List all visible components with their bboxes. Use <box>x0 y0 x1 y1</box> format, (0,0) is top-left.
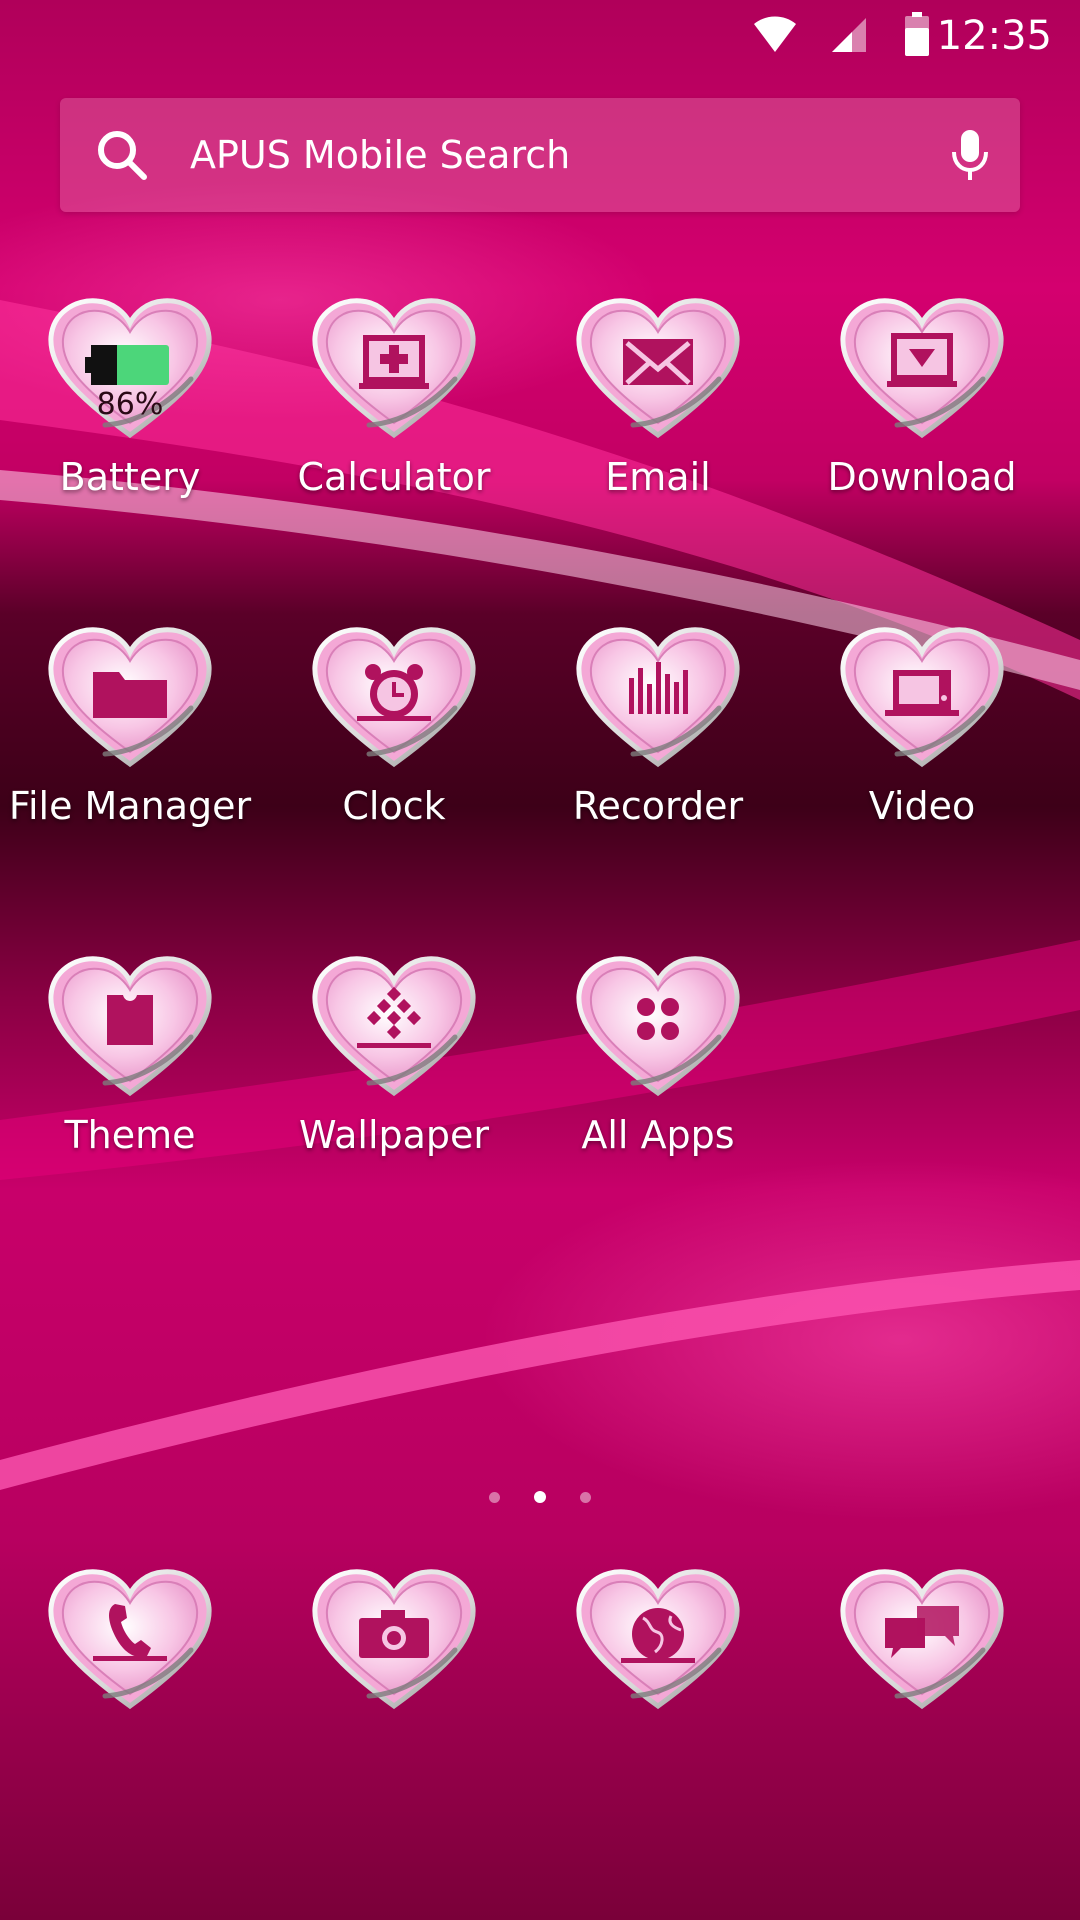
chat-bubbles-icon <box>877 1596 967 1666</box>
app-file-manager[interactable]: File Manager <box>0 624 262 874</box>
calculator-icon <box>349 325 439 395</box>
app-label: Download <box>827 455 1017 499</box>
clock-time: 12:35 <box>936 13 1052 59</box>
app-clock[interactable]: Clock <box>262 624 526 874</box>
battery-icon <box>905 12 929 56</box>
app-video[interactable]: Video <box>790 624 1054 874</box>
app-label: Wallpaper <box>298 1113 490 1157</box>
app-label: Clock <box>342 784 446 828</box>
search-icon[interactable] <box>96 129 148 181</box>
cell-signal-icon <box>832 18 866 52</box>
camera-icon <box>349 1596 439 1666</box>
app-battery[interactable]: 86% Battery <box>0 295 262 545</box>
app-label: Battery <box>59 455 201 499</box>
dock-chat-bubbles-button[interactable] <box>790 1566 1054 1736</box>
dock-camera-button[interactable] <box>262 1566 526 1736</box>
dock-globe-button[interactable] <box>526 1566 790 1736</box>
globe-icon <box>613 1596 703 1666</box>
app-label: Recorder <box>572 784 744 828</box>
battery-percentage: 86% <box>96 387 164 422</box>
envelope-icon <box>613 325 703 395</box>
app-label: File Manager <box>8 784 252 828</box>
app-wallpaper[interactable]: Wallpaper <box>262 953 526 1203</box>
app-theme[interactable]: Theme <box>0 953 262 1203</box>
wifi-icon <box>754 16 796 52</box>
search-bar[interactable]: APUS Mobile Search <box>60 98 1020 212</box>
folder-icon <box>85 654 175 724</box>
sound-wave-icon <box>613 654 703 724</box>
app-download[interactable]: Download <box>790 295 1054 545</box>
apps-grid-icon <box>613 983 703 1053</box>
shirt-icon <box>85 983 175 1053</box>
page-dot-active[interactable] <box>534 1491 546 1503</box>
alarm-clock-icon <box>349 654 439 724</box>
app-label: All Apps <box>581 1113 735 1157</box>
battery-app-icon <box>85 325 175 395</box>
search-placeholder[interactable]: APUS Mobile Search <box>190 98 570 212</box>
microphone-icon[interactable] <box>950 128 990 182</box>
app-all-apps[interactable]: All Apps <box>526 953 790 1203</box>
video-icon <box>877 654 967 724</box>
app-label: Calculator <box>297 455 491 499</box>
page-dot[interactable] <box>489 1492 500 1503</box>
app-label: Email <box>605 455 711 499</box>
dock-phone-button[interactable] <box>0 1566 262 1736</box>
page-dot[interactable] <box>580 1492 591 1503</box>
download-icon <box>877 325 967 395</box>
app-calculator[interactable]: Calculator <box>262 295 526 545</box>
app-label: Video <box>868 784 976 828</box>
app-label: Theme <box>64 1113 196 1157</box>
page-indicator <box>0 1488 1080 1504</box>
status-bar: 12:35 <box>0 0 1080 72</box>
app-email[interactable]: Email <box>526 295 790 545</box>
phone-icon <box>85 1596 175 1666</box>
app-recorder[interactable]: Recorder <box>526 624 790 874</box>
wallpaper-icon <box>349 983 439 1053</box>
